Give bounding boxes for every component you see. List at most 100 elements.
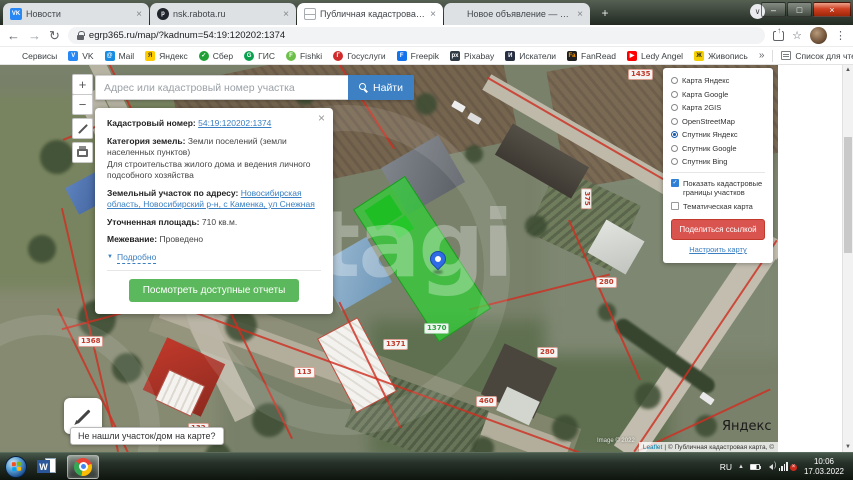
tab-title: Новости — [26, 9, 61, 19]
measure-button[interactable] — [72, 118, 93, 139]
search-input[interactable] — [95, 75, 348, 100]
share-link-button[interactable]: Поделиться ссылкой — [671, 219, 765, 240]
details-link[interactable]: ▼ Подробно — [107, 252, 321, 264]
bookmark-vk[interactable]: V VK — [68, 50, 94, 61]
url-text: egrp365.ru/map/?kadnum=54:19:120202:1374 — [88, 30, 286, 41]
pixabay-icon: px — [450, 50, 461, 61]
layer-option-yandex-map[interactable]: Карта Яндекс — [671, 76, 765, 85]
parcel-label: 280 — [596, 277, 617, 288]
taskbar-word-button[interactable]: W — [31, 455, 63, 479]
zoom-out-button[interactable]: − — [72, 94, 93, 115]
sber-icon: ✓ — [198, 50, 209, 61]
page-gutter — [778, 65, 842, 452]
iskateli-icon: И — [505, 50, 516, 61]
reading-list-icon — [781, 51, 792, 60]
show-borders-checkbox-row[interactable]: ✓ Показать кадастровые границы участков — [671, 179, 765, 197]
bookmark-zhivopis[interactable]: Ж Живопись — [694, 50, 748, 61]
radio-icon[interactable] — [671, 158, 678, 165]
scrollbar[interactable]: ▲ ▼ — [842, 65, 853, 452]
taskbar-chrome-button[interactable] — [67, 454, 99, 479]
start-button[interactable] — [5, 455, 27, 478]
yandex-icon: Я — [145, 50, 156, 61]
divider — [772, 49, 774, 62]
reload-button[interactable]: ↻ — [49, 29, 60, 42]
layer-option-google-map[interactable]: Карта Google — [671, 90, 765, 99]
bookmark-gis[interactable]: G ГИС — [244, 50, 275, 61]
map-layers-panel: Карта Яндекс Карта Google Карта 2GIS Ope… — [663, 68, 773, 263]
bookmark-services[interactable]: Сервисы — [8, 51, 57, 61]
bookmark-yandex[interactable]: Я Яндекс — [145, 50, 188, 61]
tab-rabota[interactable]: р nsk.rabota.ru × — [150, 3, 296, 25]
leaflet-link[interactable]: Leaflet — [643, 444, 663, 451]
zoom-in-button[interactable]: + — [72, 74, 93, 95]
close-icon[interactable]: × — [318, 112, 325, 125]
fishki-icon: F — [285, 50, 296, 61]
bookmark-iskateli[interactable]: И Искатели — [505, 50, 556, 61]
language-indicator[interactable]: RU — [720, 462, 732, 472]
browser-menu-icon[interactable]: ⋮ — [835, 29, 846, 42]
window-minimize-button[interactable]: – — [761, 2, 786, 17]
view-reports-button[interactable]: Посмотреть доступные отчеты — [128, 279, 300, 302]
bookmark-ledy-angel[interactable]: ▶ Ledy Angel — [627, 50, 683, 61]
imagery-credit: Image © 2022 — [597, 438, 635, 444]
tab-cadastral-map[interactable]: Публичная кадастровая карта × — [297, 3, 443, 25]
scrollbar-thumb[interactable] — [844, 137, 852, 253]
tab-new-listing[interactable]: Новое объявление — Объявлен… × — [444, 3, 590, 25]
tab-title: Публичная кадастровая карта — [320, 9, 426, 19]
address-label: Земельный участок по адресу: — [107, 187, 239, 198]
battery-icon[interactable] — [749, 463, 762, 470]
scroll-down-arrow[interactable]: ▼ — [843, 444, 853, 450]
bookmark-gosuslugi[interactable]: Г Госуслуги — [333, 50, 386, 61]
new-tab-button[interactable]: + — [596, 4, 614, 22]
layer-option-osm[interactable]: OpenStreetMap — [671, 117, 765, 126]
radio-icon[interactable] — [671, 144, 678, 152]
cadnum-link[interactable]: 54:19:120202:1374 — [198, 118, 271, 128]
bookmark-fanread[interactable]: Fa FanRead — [567, 50, 616, 61]
layer-option-2gis-map[interactable]: Карта 2GIS — [671, 103, 765, 112]
layer-option-bing-satellite[interactable]: Спутник Bing — [671, 157, 765, 166]
layer-option-google-satellite[interactable]: Спутник Google — [671, 144, 765, 153]
checkbox-checked-icon[interactable]: ✓ — [671, 179, 679, 187]
thematic-map-checkbox-row[interactable]: Тематическая карта — [671, 202, 765, 211]
forward-button[interactable]: → — [28, 29, 41, 42]
printer-icon — [77, 145, 88, 157]
radio-icon[interactable] — [671, 117, 678, 125]
radio-icon[interactable] — [671, 90, 678, 98]
tab-close-icon[interactable]: × — [136, 9, 142, 20]
back-button[interactable]: ← — [7, 29, 20, 42]
scroll-up-arrow[interactable]: ▲ — [843, 67, 853, 73]
taskbar-clock[interactable]: 10:06 17.03.2022 — [800, 457, 848, 477]
speaker-icon[interactable] — [766, 462, 776, 470]
bookmark-star-icon[interactable]: ☆ — [792, 29, 802, 42]
search-button[interactable]: Найти — [348, 75, 414, 100]
bookmark-mail[interactable]: @ Mail — [104, 50, 134, 61]
print-button[interactable] — [72, 142, 93, 163]
fanread-icon: Fa — [567, 50, 578, 61]
profile-avatar[interactable] — [810, 27, 827, 44]
configure-map-link[interactable]: Настроить карту — [671, 245, 765, 254]
layer-option-yandex-satellite[interactable]: Спутник Яндекс — [671, 130, 765, 139]
tray-expand-icon[interactable]: ▲ — [738, 464, 744, 470]
address-bar[interactable]: egrp365.ru/map/?kadnum=54:19:120202:1374 — [67, 27, 766, 44]
share-icon[interactable] — [773, 25, 785, 41]
bookmark-fishki[interactable]: F Fishki — [285, 50, 322, 61]
bookmark-freepik[interactable]: F Freepik — [396, 50, 439, 61]
category-label: Категория земель: — [107, 135, 186, 146]
radio-selected-icon[interactable] — [671, 131, 678, 138]
tab-close-icon[interactable]: × — [283, 9, 289, 20]
radio-icon[interactable] — [671, 104, 678, 111]
reading-list-button[interactable]: Список для чтения — [781, 51, 853, 61]
tab-close-icon[interactable]: × — [430, 9, 436, 20]
network-icon[interactable] — [778, 462, 788, 471]
window-close-button[interactable]: × — [813, 2, 851, 17]
bookmark-sber[interactable]: ✓ Сбер — [198, 50, 233, 61]
area-value: 710 кв.м. — [201, 216, 238, 227]
not-found-tooltip[interactable]: Не нашли участок/дом на карте? — [70, 427, 224, 445]
tab-novosti[interactable]: VK Новости × — [3, 3, 149, 25]
checkbox-icon[interactable] — [671, 202, 679, 210]
bookmarks-overflow-icon[interactable]: » — [759, 50, 765, 61]
radio-icon[interactable] — [671, 77, 678, 84]
tab-close-icon[interactable]: × — [577, 9, 583, 20]
window-maximize-button[interactable]: □ — [787, 2, 812, 17]
bookmark-pixabay[interactable]: px Pixabay — [450, 50, 494, 61]
